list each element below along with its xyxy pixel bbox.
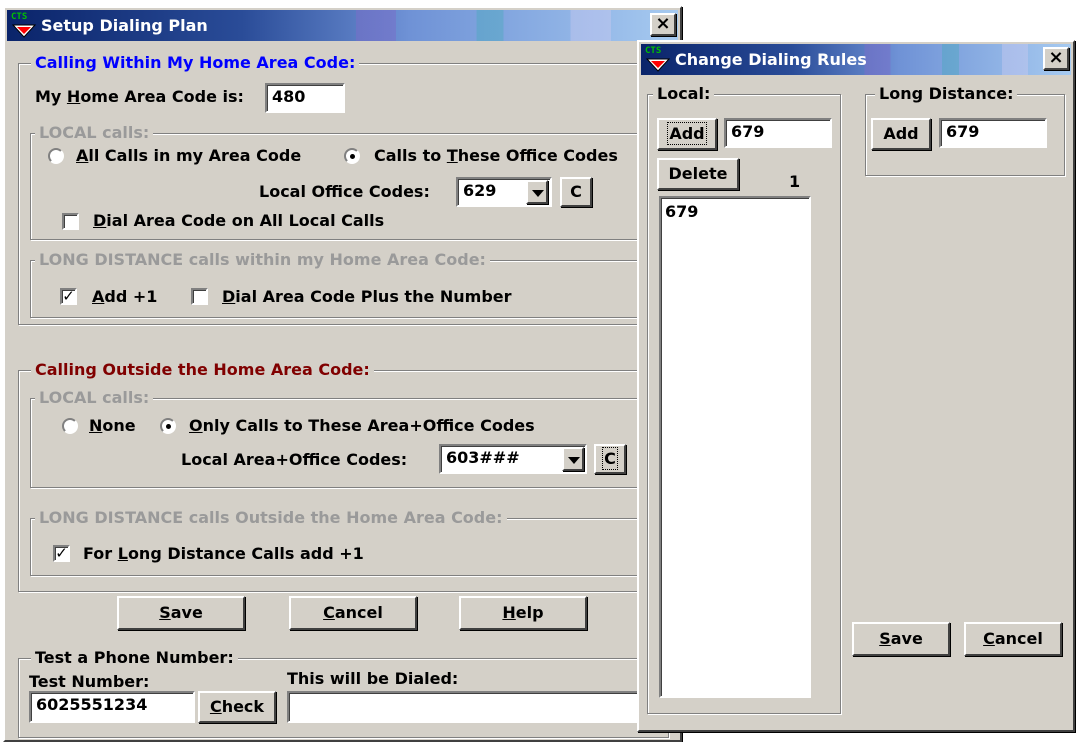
check-button[interactable]: Check	[198, 691, 276, 723]
close-button[interactable]: ×	[1043, 47, 1069, 70]
local-delete-button[interactable]: Delete	[657, 158, 739, 190]
add-plus-one-label[interactable]: Add +1	[92, 287, 157, 307]
local-count: 1	[789, 172, 801, 191]
window-title: Change Dialing Rules	[675, 50, 867, 69]
cancel-button[interactable]: Cancel	[289, 596, 417, 630]
window-title: Setup Dialing Plan	[41, 16, 208, 35]
change-dialing-rules-window: CTS Change Dialing Rules × Local: Add 67…	[637, 40, 1075, 732]
close-button[interactable]: ×	[650, 13, 676, 36]
home-local-calls-legend: LOCAL calls:	[35, 123, 154, 143]
all-calls-label[interactable]: All Calls in my Area Code	[76, 146, 301, 166]
dial-area-plus-number-label[interactable]: Dial Area Code Plus the Number	[222, 287, 512, 307]
cts-logo-icon: CTS	[645, 46, 671, 73]
ld-add-plus-one-label[interactable]: For Long Distance Calls add +1	[83, 544, 364, 564]
outside-local-calls-legend: LOCAL calls:	[35, 388, 154, 408]
ld-add-input[interactable]: 679	[939, 118, 1047, 148]
rules-cancel-button[interactable]: Cancel	[964, 622, 1062, 656]
rules-save-button[interactable]: Save	[852, 622, 950, 656]
test-phone-legend: Test a Phone Number:	[31, 648, 238, 668]
dial-area-code-label[interactable]: Dial Area Code on All Local Calls	[93, 211, 384, 231]
outside-long-distance-legend: LONG DISTANCE calls Outside the Home Are…	[35, 508, 507, 528]
local-office-codes-label: Local Office Codes:	[259, 182, 430, 201]
home-long-distance-legend: LONG DISTANCE calls within my Home Area …	[35, 250, 490, 270]
rules-local-legend: Local:	[653, 84, 715, 104]
home-area-legend: Calling Within My Home Area Code:	[31, 53, 360, 73]
only-area-office-codes-label[interactable]: Only Calls to These Area+Office Codes	[189, 416, 535, 436]
add-plus-one-checkbox[interactable]: ✓	[60, 288, 77, 305]
dialed-output	[287, 691, 659, 723]
dial-area-code-checkbox[interactable]	[62, 213, 79, 230]
save-button[interactable]: Save	[117, 596, 245, 630]
test-number-input[interactable]: 6025551234	[29, 691, 195, 723]
test-number-label: Test Number:	[29, 672, 150, 691]
setup-dialing-plan-window: CTS Setup Dialing Plan × Calling Within …	[3, 6, 682, 742]
chevron-down-icon[interactable]	[526, 180, 548, 204]
list-item[interactable]: 679	[665, 202, 805, 222]
home-area-code-input[interactable]: 480	[265, 83, 345, 113]
none-label[interactable]: None	[89, 416, 136, 436]
dial-area-plus-number-checkbox[interactable]	[191, 288, 208, 305]
ld-add-button[interactable]: Add	[871, 118, 931, 150]
home-area-code-label: My Home Area Code is:	[35, 87, 244, 106]
rules-ld-legend: Long Distance:	[875, 84, 1018, 104]
office-codes-c-button[interactable]: C	[560, 177, 592, 207]
none-radio[interactable]	[62, 418, 78, 434]
local-add-button[interactable]: Add	[657, 118, 717, 150]
all-calls-radio[interactable]	[48, 148, 64, 164]
outside-local-calls-group	[30, 398, 669, 488]
these-office-codes-radio[interactable]	[344, 148, 360, 164]
rules-titlebar[interactable]: CTS Change Dialing Rules	[641, 44, 1071, 75]
close-icon: ×	[655, 13, 671, 34]
local-area-office-codes-label: Local Area+Office Codes:	[181, 450, 408, 469]
dialed-label: This will be Dialed:	[287, 669, 459, 688]
ld-add-plus-one-checkbox[interactable]: ✓	[53, 545, 70, 562]
cts-logo-icon: CTS	[11, 12, 37, 39]
close-icon: ×	[1048, 47, 1064, 68]
local-add-input[interactable]: 679	[724, 118, 832, 148]
only-area-office-codes-radio[interactable]	[160, 418, 176, 434]
help-button[interactable]: Help	[459, 596, 587, 630]
local-codes-list[interactable]: 679	[659, 196, 811, 698]
area-office-codes-c-button[interactable]: C	[594, 444, 626, 474]
these-office-codes-label[interactable]: Calls to These Office Codes	[374, 146, 638, 166]
setup-titlebar[interactable]: CTS Setup Dialing Plan	[7, 10, 678, 41]
outside-area-legend: Calling Outside the Home Area Code:	[31, 360, 374, 380]
chevron-down-icon[interactable]	[562, 447, 584, 471]
